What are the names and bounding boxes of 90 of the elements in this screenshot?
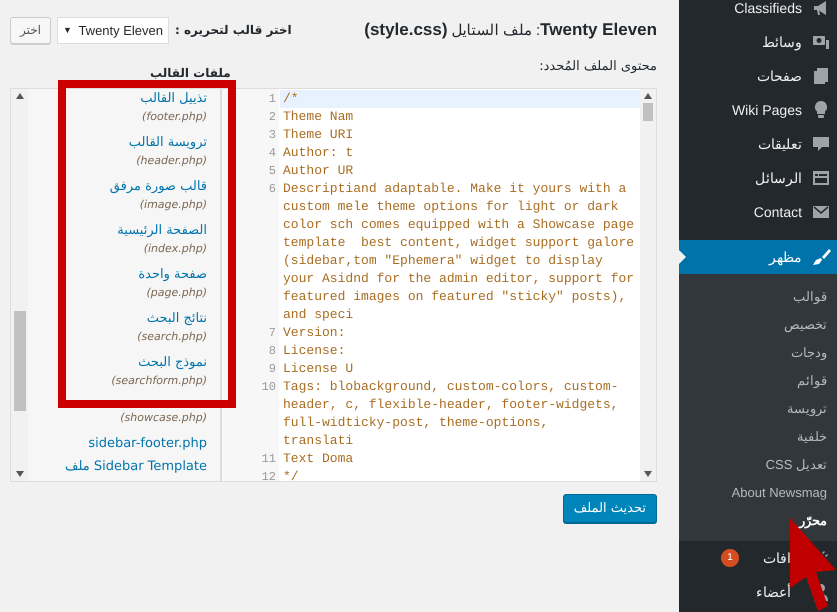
code-line: License: — [283, 342, 346, 360]
menu-item[interactable]: وسائط — [679, 25, 837, 59]
submenu-item[interactable]: ترويسة — [679, 395, 837, 423]
file-name: (page.php) — [146, 285, 207, 301]
form-icon — [811, 168, 831, 188]
code-line: License U — [283, 360, 354, 378]
count-badge: 1 — [721, 549, 739, 567]
submenu-item[interactable]: تعديل CSS — [679, 451, 837, 479]
scrollbar[interactable] — [640, 89, 656, 481]
scrollbar[interactable] — [11, 89, 28, 481]
files-heading: ملفات القالب — [150, 66, 231, 80]
submenu-item[interactable]: ودجات — [679, 339, 837, 367]
menu-item[interactable]: Classifieds — [679, 0, 837, 25]
current-marker — [679, 250, 686, 264]
file-link[interactable]: صفحة واحدة — [138, 265, 207, 284]
file-link[interactable]: Sidebar Template ملف — [65, 457, 207, 476]
code-line: Tags: blobackground, custom-colors, custom- — [283, 378, 620, 396]
line-number: 6 — [268, 181, 277, 198]
code-line: Descriptiand adaptable. Make it yours with a — [283, 180, 628, 198]
file-link[interactable]: sidebar-footer.php — [88, 434, 207, 453]
code-line: template best content, widget support galore — [283, 234, 636, 252]
line-number: 5 — [268, 163, 277, 180]
line-number: 1 — [268, 91, 277, 108]
file-name: (image.php) — [140, 197, 207, 213]
select-button[interactable]: اختر — [10, 16, 51, 44]
line-number: 11 — [260, 451, 277, 468]
menu-item[interactable]: صفحات — [679, 59, 837, 93]
code-line: and speci — [283, 306, 354, 324]
code-line: header, c, flexible-header, footer-widgets, — [283, 396, 620, 414]
file-link[interactable]: ترويسة القالب — [128, 133, 207, 152]
menu-item[interactable]: Wiki Pages — [679, 93, 837, 127]
menu-item[interactable]: تعليقات — [679, 127, 837, 161]
submenu-item[interactable]: محرّر — [679, 507, 837, 535]
scroll-thumb[interactable] — [14, 311, 26, 411]
file-link[interactable]: قالب صورة مرفق — [110, 177, 207, 196]
code-line: */ — [283, 468, 300, 481]
code-line: Theme URI — [283, 126, 354, 144]
code-line: custom mele theme options for light or dark — [283, 198, 620, 216]
code-line: Theme Nam — [283, 108, 354, 126]
file-name: (header.php) — [136, 153, 207, 169]
menu-item[interactable]: Contact — [679, 195, 837, 229]
theme-select[interactable]: ▼ Twenty Eleven — [57, 16, 169, 44]
caret-icon: ▼ — [63, 25, 72, 35]
file-name: (searchform.php) — [111, 373, 207, 389]
scroll-down-icon[interactable] — [644, 471, 652, 477]
submenu-item[interactable]: قوالب — [679, 283, 837, 311]
file-name: (showcase.php) — [120, 410, 207, 426]
code-line: Author: t — [283, 144, 354, 162]
file-link[interactable]: الصفحة الرئيسية — [117, 221, 207, 240]
file-link[interactable]: نتائج البحث — [146, 309, 207, 328]
line-number: 9 — [268, 361, 277, 378]
submenu-item[interactable]: قوائم — [679, 367, 837, 395]
line-number: 3 — [268, 127, 277, 144]
file-name: (index.php) — [144, 241, 207, 257]
code-line: Text Doma — [283, 450, 354, 468]
file-name: (footer.php) — [142, 109, 207, 125]
menu-item[interactable]: مظهر — [679, 240, 837, 274]
scroll-up-icon[interactable] — [16, 93, 24, 99]
pages-icon — [811, 66, 831, 86]
submenu-item[interactable]: خلفية — [679, 423, 837, 451]
code-editor[interactable] — [221, 88, 657, 482]
code-line: full-widticky-post, theme-options, — [283, 414, 550, 432]
theme-label: اختر قالب لتحريره : — [175, 23, 292, 37]
submenu-item[interactable]: تخصيص — [679, 311, 837, 339]
scroll-thumb[interactable] — [643, 103, 653, 121]
scroll-up-icon[interactable] — [644, 93, 652, 99]
editor-label: محتوى الملف المُحدد: — [539, 59, 657, 74]
line-number: 12 — [260, 469, 277, 481]
line-number: 8 — [268, 343, 277, 360]
code-line: your Asidnd for the admin editor, support for — [283, 270, 636, 288]
brush-icon — [811, 247, 831, 267]
menu-item[interactable]: الرسائل — [679, 161, 837, 195]
file-name: (search.php) — [137, 329, 207, 345]
line-number: 4 — [268, 145, 277, 162]
code-line: Version: — [283, 324, 346, 342]
line-number: 2 — [268, 109, 277, 126]
update-file-button[interactable]: تحديث الملف — [562, 494, 657, 523]
code-line: Author UR — [283, 162, 354, 180]
code-line: featured images on featured "sticky" posts), — [283, 288, 628, 306]
line-number: 7 — [268, 325, 277, 342]
code-line: (sidebar,tom "Ephemera" widget to display — [283, 252, 604, 270]
file-link[interactable]: تذييل القالب — [140, 89, 207, 108]
file-link[interactable]: نموذج البحث — [138, 353, 207, 372]
comment-icon — [811, 134, 831, 154]
line-number: 10 — [260, 379, 277, 396]
submenu-item[interactable]: About Newsmag — [679, 479, 837, 507]
code-line: translati — [283, 432, 354, 450]
code-line: color sch comes equipped with a Showcase page — [283, 216, 636, 234]
scroll-down-icon[interactable] — [16, 471, 24, 477]
code-line: /* — [283, 90, 300, 108]
